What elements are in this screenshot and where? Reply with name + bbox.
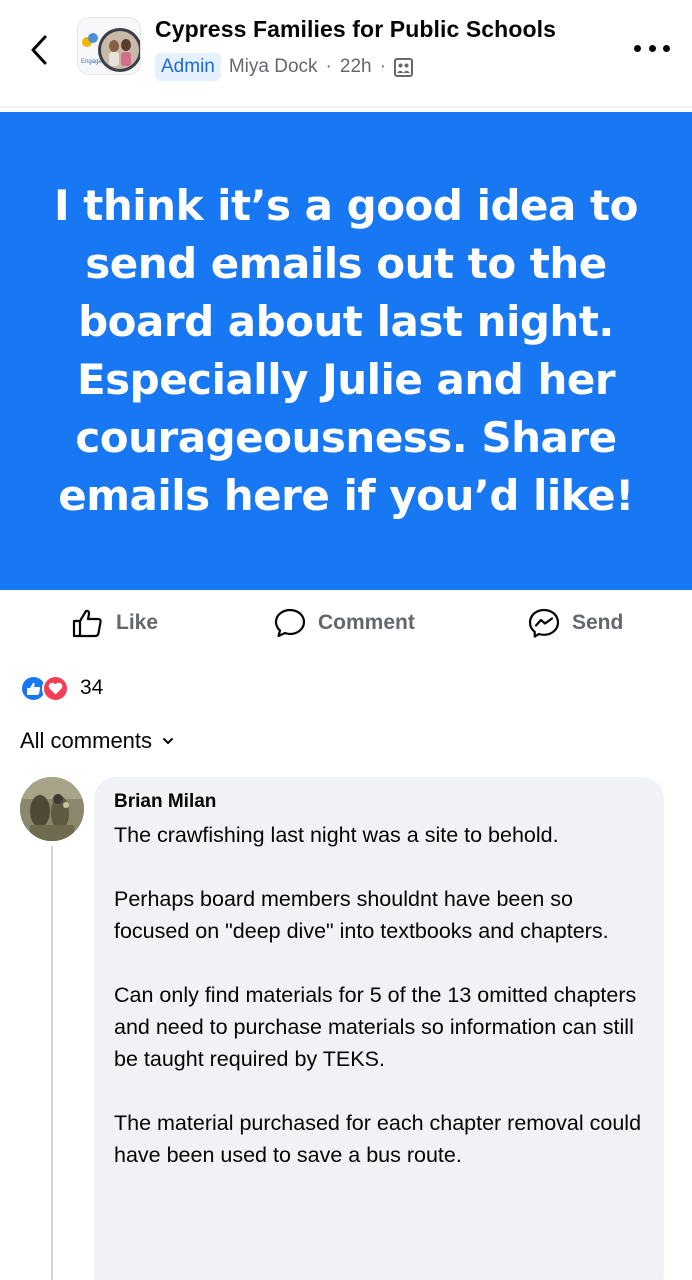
send-label: Send [572, 611, 624, 634]
comments-filter-dropdown[interactable]: All comments [20, 728, 174, 754]
comment-paragraph: Can only find materials for 5 of the 13 … [114, 983, 637, 1071]
post-meta: Admin Miya Dock · 22h · [155, 53, 413, 81]
reaction-count: 34 [80, 676, 104, 699]
post-text: I think it’s a good idea to send emails … [54, 181, 638, 520]
send-button[interactable]: Send [528, 608, 623, 638]
dot-icon [648, 44, 656, 52]
more-options-button[interactable] [634, 36, 670, 60]
comment-bubble-icon [274, 608, 306, 638]
group-avatar[interactable]: Engage [77, 17, 141, 75]
comment-paragraph: Perhaps board members shouldnt have been… [114, 887, 609, 943]
chevron-down-icon [163, 738, 174, 744]
thread-line [51, 846, 53, 1280]
comment-paragraph: The material purchased for each chapter … [114, 1111, 642, 1167]
like-button[interactable]: Like [72, 608, 158, 638]
comment-bubble[interactable]: Brian Milan The crawfishing last night w… [94, 777, 664, 1280]
post-time[interactable]: 22h [340, 56, 372, 78]
author-name[interactable]: Miya Dock [229, 56, 318, 78]
avatar-caption: Engage [81, 59, 102, 65]
reactions-summary[interactable]: 34 [20, 674, 103, 702]
comment-label: Comment [318, 611, 415, 634]
meta-separator: · [325, 56, 332, 77]
back-button[interactable] [22, 30, 56, 70]
reaction-icons [20, 674, 74, 702]
like-label: Like [116, 611, 159, 634]
commenter-avatar[interactable] [20, 777, 84, 841]
post-header: Engage Cypress Families for Public Schoo… [0, 0, 692, 108]
comments-filter-label: All comments [20, 728, 153, 753]
post-action-bar: Like Comment Send [0, 592, 692, 656]
messenger-icon [528, 608, 560, 638]
thumbs-up-icon [72, 609, 102, 638]
group-name[interactable]: Cypress Families for Public Schools [155, 16, 556, 43]
dot-icon [634, 44, 641, 52]
love-reaction-icon [42, 675, 69, 702]
group-privacy-icon [393, 57, 413, 77]
admin-badge: Admin [155, 53, 221, 81]
post-background-text: I think it’s a good idea to send emails … [0, 112, 692, 590]
comment-body: The crawfishing last night was a site to… [114, 819, 644, 1171]
dot-icon [663, 44, 670, 52]
comment-paragraph: The crawfishing last night was a site to… [114, 823, 559, 847]
commenter-name[interactable]: Brian Milan [114, 791, 644, 813]
comment-button[interactable]: Comment [274, 608, 415, 638]
meta-separator-2: · [379, 56, 386, 77]
chevron-left-icon [31, 35, 47, 65]
